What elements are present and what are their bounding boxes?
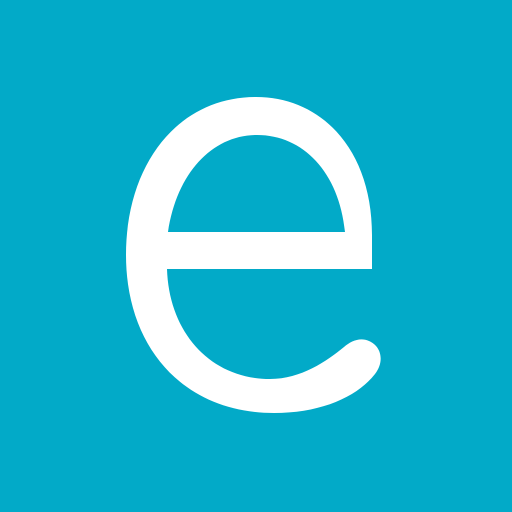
letter-e-logo-icon [0, 0, 512, 512]
app-icon [0, 0, 512, 512]
